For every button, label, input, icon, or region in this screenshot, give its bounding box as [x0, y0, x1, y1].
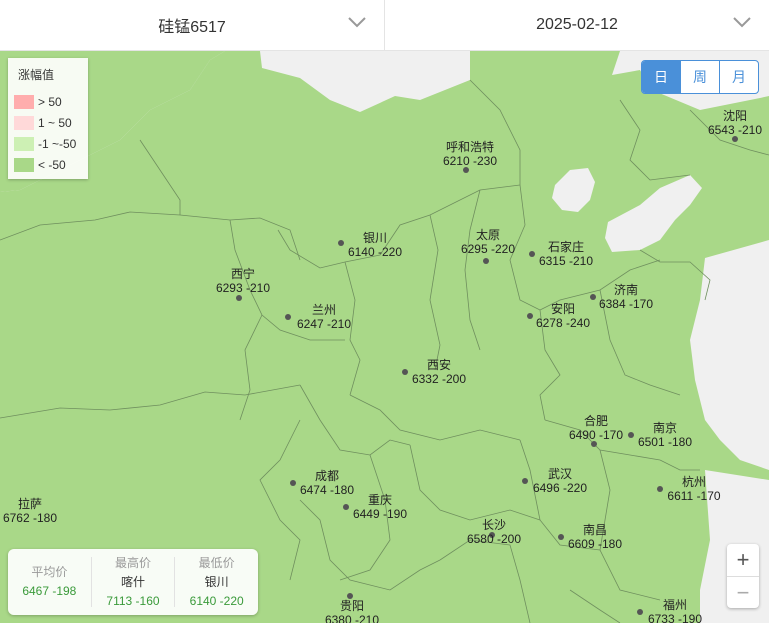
city-dot: [637, 609, 643, 615]
legend-label: -1 ~-50: [38, 137, 77, 151]
zoom-out-button[interactable]: −: [727, 576, 759, 608]
city-dot: [590, 294, 596, 300]
city-dot: [290, 480, 296, 486]
city-label: 南京 6501 -180: [637, 421, 693, 449]
city-label: 长沙 6580 -200: [466, 518, 522, 546]
average-price-cell: 平均价 6467 -198: [8, 549, 91, 615]
price-map[interactable]: 沈阳 6543 -210 呼和浩特 6210 -230 银川 6140 -220 太原…: [0, 51, 769, 623]
legend-title: 涨幅值: [18, 68, 55, 82]
city-label: 福州 6733 -190: [647, 598, 703, 623]
city-label: 杭州 6611 -170: [667, 475, 721, 503]
city-label: 太原 6295 -220: [460, 228, 516, 256]
city-label: 兰州 6247 -210: [296, 303, 352, 331]
city-dot: [527, 313, 533, 319]
city-label: 呼和浩特 6210 -230: [442, 140, 498, 168]
highest-price-cell: 最高价 喀什 7113 -160: [90, 555, 175, 608]
zoom-in-button[interactable]: +: [727, 544, 759, 576]
city-dot: [522, 478, 528, 484]
city-label: 武汉 6496 -220: [532, 467, 588, 495]
legend-swatch: [14, 95, 34, 109]
period-tabs: 日 周 月: [641, 60, 759, 94]
city-dot: [628, 432, 634, 438]
city-label: 银川 6140 -220: [347, 231, 403, 259]
province-map: [0, 51, 769, 623]
legend-item[interactable]: -1 ~-50: [14, 137, 76, 151]
top-bar: 硅锰6517 2025-02-12: [0, 0, 769, 51]
stat-city: 喀什: [121, 574, 146, 589]
stat-city: 银川: [204, 574, 229, 589]
product-selector[interactable]: 硅锰6517: [0, 0, 384, 50]
tab-month[interactable]: 月: [719, 61, 758, 93]
date-label: 2025-02-12: [536, 16, 618, 33]
legend-label: > 50: [38, 95, 62, 109]
zoom-control: + −: [727, 544, 759, 608]
city-dot: [558, 534, 564, 540]
legend-label: < -50: [38, 158, 66, 172]
legend-swatch: [14, 158, 34, 172]
stat-value: 6140 -220: [189, 593, 244, 608]
city-label: 石家庄 6315 -210: [538, 240, 594, 268]
chevron-down-icon: [348, 17, 366, 28]
city-dot: [483, 258, 489, 264]
legend-swatch: [14, 137, 34, 151]
city-label: 成都 6474 -180: [299, 469, 355, 497]
stat-caption: 平均价: [31, 565, 68, 579]
city-label: 沈阳 6543 -210: [707, 109, 763, 137]
product-label: 硅锰6517: [158, 19, 226, 36]
city-dot: [236, 295, 242, 301]
stat-caption: 最低价: [198, 555, 235, 570]
city-dot: [402, 369, 408, 375]
map-legend: 涨幅值 > 50 1 ~ 50 -1 ~-50 < -50: [8, 58, 88, 179]
city-dot: [657, 486, 663, 492]
city-label: 西宁 6293 -210: [215, 267, 271, 295]
city-label: 重庆 6449 -190: [352, 493, 408, 521]
tab-week[interactable]: 周: [680, 61, 719, 93]
city-label: 贵阳 6380 -210: [324, 599, 380, 623]
legend-item[interactable]: < -50: [14, 158, 66, 172]
city-dot: [529, 251, 535, 257]
city-label: 济南 6384 -170: [598, 283, 654, 311]
city-label: 南昌 6609 -180: [567, 523, 623, 551]
tab-day[interactable]: 日: [642, 61, 680, 93]
price-summary: 平均价 6467 -198 最高价 喀什 7113 -160 最低价 银川 61…: [8, 549, 258, 615]
city-label: 合肥 6490 -170: [568, 414, 624, 442]
city-label: 西安 6332 -200: [411, 358, 467, 386]
lowest-price-cell: 最低价 银川 6140 -220: [174, 555, 258, 608]
legend-swatch: [14, 116, 34, 130]
stat-value: 6467 -198: [22, 584, 77, 598]
stat-caption: 最高价: [115, 555, 152, 570]
legend-item[interactable]: 1 ~ 50: [14, 116, 72, 130]
date-selector[interactable]: 2025-02-12: [384, 0, 769, 50]
legend-item[interactable]: > 50: [14, 95, 62, 109]
city-dot: [338, 240, 344, 246]
city-dot: [285, 314, 291, 320]
legend-label: 1 ~ 50: [38, 116, 72, 130]
city-dot: [343, 504, 349, 510]
city-label: 安阳 6278 -240: [535, 302, 591, 330]
chevron-down-icon: [733, 17, 751, 28]
city-label: 拉萨 6762 -180: [2, 497, 58, 525]
stat-value: 7113 -160: [106, 593, 160, 608]
